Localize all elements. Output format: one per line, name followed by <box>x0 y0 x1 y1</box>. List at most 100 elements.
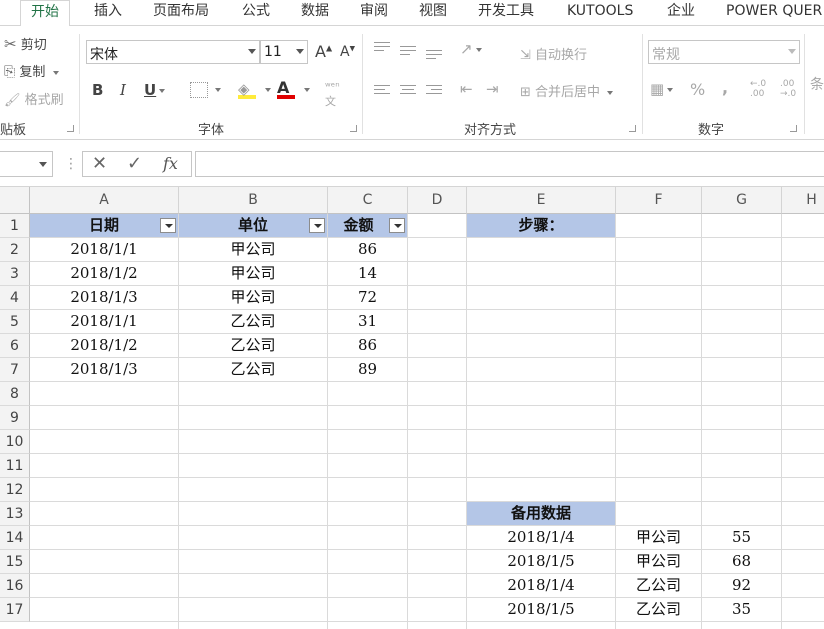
font-size-select[interactable]: 11 <box>260 40 308 64</box>
currency-button[interactable]: ▦ <box>650 80 674 98</box>
tab-view[interactable]: 视图 <box>419 0 447 26</box>
column-header-h[interactable]: H <box>782 187 824 214</box>
table-cell[interactable]: 72 <box>328 286 408 310</box>
backup-cell[interactable]: 55 <box>702 526 782 550</box>
decrease-indent-button[interactable]: ⇤ <box>460 80 473 98</box>
row-header[interactable]: 9 <box>0 406 30 430</box>
copy-button[interactable]: ⎘ 复制 <box>4 61 59 80</box>
orientation-button[interactable]: ↗ <box>460 40 482 58</box>
align-left-icon[interactable] <box>374 85 390 97</box>
table-cell[interactable]: 14 <box>328 262 408 286</box>
filter-dropdown-icon[interactable] <box>389 218 405 233</box>
clipboard-launcher-icon[interactable] <box>67 125 74 132</box>
row-header[interactable]: 13 <box>0 502 30 526</box>
row-header[interactable]: 3 <box>0 262 30 286</box>
table-cell[interactable]: 2018/1/1 <box>30 238 179 262</box>
tab-home[interactable]: 开始 <box>20 0 70 27</box>
bold-button[interactable]: B <box>92 81 103 99</box>
number-format-select[interactable]: 常规 <box>648 40 800 64</box>
cancel-icon[interactable]: ✕ <box>92 153 107 174</box>
row-header[interactable]: 4 <box>0 286 30 310</box>
column-header-a[interactable]: A <box>30 187 179 214</box>
filter-dropdown-icon[interactable] <box>309 218 325 233</box>
backup-cell[interactable]: 甲公司 <box>616 526 702 550</box>
row-header[interactable]: 2 <box>0 238 30 262</box>
table-cell[interactable]: 甲公司 <box>179 238 328 262</box>
row-header[interactable]: 12 <box>0 478 30 502</box>
backup-cell[interactable]: 乙公司 <box>616 574 702 598</box>
backup-cell[interactable]: 35 <box>702 598 782 622</box>
table-header-date[interactable]: 日期 <box>30 214 179 238</box>
table-cell[interactable]: 31 <box>328 310 408 334</box>
table-cell[interactable]: 乙公司 <box>179 358 328 382</box>
font-name-select[interactable]: 宋体 <box>86 40 260 64</box>
column-header-e[interactable]: E <box>467 187 616 214</box>
decrease-decimal-button[interactable]: .00 →.0 <box>780 79 796 99</box>
table-cell[interactable]: 2018/1/3 <box>30 286 179 310</box>
format-painter-button[interactable]: 🖌 格式刷 <box>4 89 64 108</box>
row-header[interactable]: 7 <box>0 358 30 382</box>
row-header[interactable]: 6 <box>0 334 30 358</box>
row-header[interactable]: 16 <box>0 574 30 598</box>
tab-enterprise[interactable]: 企业 <box>667 0 695 26</box>
cut-button[interactable]: ✂ 剪切 <box>4 34 47 53</box>
underline-button[interactable]: U <box>144 81 166 99</box>
steps-label-cell[interactable]: 步骤： <box>467 214 616 238</box>
formula-input[interactable] <box>195 151 824 177</box>
row-header[interactable]: 5 <box>0 310 30 334</box>
wrap-text-button[interactable]: ⇲ 自动换行 <box>520 44 587 63</box>
column-header-b[interactable]: B <box>179 187 328 214</box>
backup-cell[interactable]: 2018/1/4 <box>467 526 616 550</box>
number-launcher-icon[interactable] <box>790 125 797 132</box>
table-cell[interactable]: 86 <box>328 238 408 262</box>
column-header-f[interactable]: F <box>616 187 702 214</box>
table-cell[interactable]: 2018/1/1 <box>30 310 179 334</box>
align-right-icon[interactable] <box>426 85 442 97</box>
font-color-button[interactable]: A <box>277 78 295 99</box>
tab-formulas[interactable]: 公式 <box>242 0 270 26</box>
backup-cell[interactable]: 甲公司 <box>616 550 702 574</box>
enter-check-icon[interactable]: ✓ <box>127 153 142 174</box>
grow-font-button[interactable]: A▲ <box>315 42 332 61</box>
italic-button[interactable]: I <box>120 81 126 99</box>
align-top-icon[interactable] <box>374 42 390 54</box>
table-cell[interactable]: 乙公司 <box>179 310 328 334</box>
name-box[interactable] <box>0 151 53 177</box>
filter-dropdown-icon[interactable] <box>160 218 176 233</box>
backup-data-title[interactable]: 备用数据 <box>467 502 616 526</box>
column-header-c[interactable]: C <box>328 187 408 214</box>
fill-color-button[interactable]: ◈ <box>238 80 256 99</box>
merge-center-button[interactable]: ⊞ 合并后居中 <box>520 81 614 100</box>
align-middle-icon[interactable] <box>400 46 416 58</box>
table-cell[interactable]: 2018/1/2 <box>30 334 179 358</box>
row-header[interactable]: 10 <box>0 430 30 454</box>
insert-function-icon[interactable]: fx <box>163 154 178 173</box>
backup-cell[interactable]: 92 <box>702 574 782 598</box>
increase-indent-button[interactable]: ⇥ <box>486 80 499 98</box>
table-header-amount[interactable]: 金额 <box>328 214 408 238</box>
tab-review[interactable]: 审阅 <box>360 0 388 26</box>
backup-cell[interactable]: 68 <box>702 550 782 574</box>
table-cell[interactable]: 86 <box>328 334 408 358</box>
increase-decimal-button[interactable]: ←.0.00 <box>750 79 766 99</box>
tab-insert[interactable]: 插入 <box>94 0 122 26</box>
table-cell[interactable]: 乙公司 <box>179 334 328 358</box>
backup-cell[interactable]: 2018/1/5 <box>467 598 616 622</box>
backup-cell[interactable]: 乙公司 <box>616 598 702 622</box>
row-header[interactable]: 15 <box>0 550 30 574</box>
table-cell[interactable]: 2018/1/3 <box>30 358 179 382</box>
table-header-unit[interactable]: 单位 <box>179 214 328 238</box>
formula-bar-grip-icon[interactable]: ⋮ <box>64 157 78 171</box>
align-bottom-icon[interactable] <box>426 50 442 62</box>
row-header[interactable]: 11 <box>0 454 30 478</box>
column-header-d[interactable]: D <box>408 187 467 214</box>
conditional-format-button[interactable]: 条 <box>810 74 824 94</box>
shrink-font-button[interactable]: A▼ <box>340 44 355 60</box>
font-launcher-icon[interactable] <box>350 125 357 132</box>
align-center-icon[interactable] <box>400 85 416 97</box>
tab-power-query[interactable]: POWER QUER <box>726 0 822 26</box>
row-header[interactable]: 14 <box>0 526 30 550</box>
tab-data[interactable]: 数据 <box>301 0 329 26</box>
row-header[interactable]: 17 <box>0 598 30 622</box>
column-header-g[interactable]: G <box>702 187 782 214</box>
